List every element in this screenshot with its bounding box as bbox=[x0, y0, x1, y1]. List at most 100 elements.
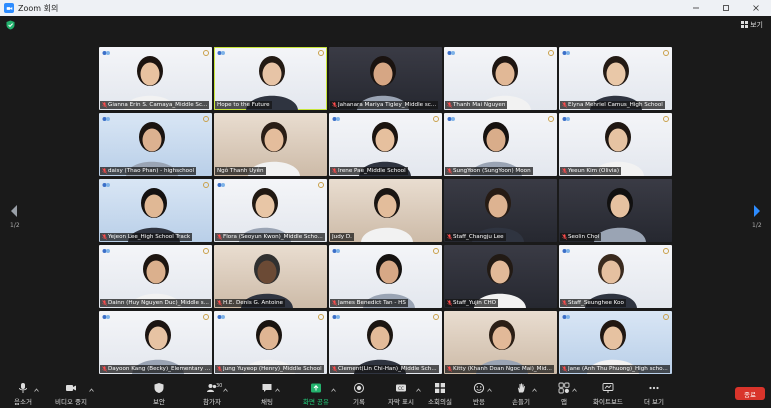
event-logo-icon bbox=[217, 183, 225, 187]
participant-name-bar: Staff_Seunghee Koo bbox=[560, 299, 626, 307]
participant-tile[interactable]: Staff_Changju Lee bbox=[444, 179, 557, 242]
participant-tile[interactable]: Clement(Lin Chi-Han)_Middle Sch... bbox=[329, 311, 442, 374]
reactions-button[interactable]: 반응 bbox=[473, 378, 492, 408]
participant-name: James Benedict Tan - HS bbox=[338, 300, 406, 306]
event-logo-icon bbox=[102, 183, 110, 187]
participant-name-bar: Yeeun Kim (Olivia) bbox=[560, 167, 622, 175]
chevron-up-icon[interactable] bbox=[532, 388, 537, 392]
participant-name-bar: Staff_Yujin CHO bbox=[445, 299, 499, 307]
event-logo-icon bbox=[102, 315, 110, 319]
participant-tile[interactable]: James Benedict Tan - HS bbox=[329, 245, 442, 308]
muted-microphone-icon bbox=[562, 300, 567, 306]
emblem-icon bbox=[203, 50, 209, 56]
close-icon[interactable] bbox=[741, 0, 771, 16]
muted-microphone-icon bbox=[562, 366, 567, 372]
participant-tile[interactable]: Jahanara Mariya Tigley_Middle sc... bbox=[329, 47, 442, 110]
participant-name: Flora (Seoyun Kwon)_Middle Scho... bbox=[223, 234, 323, 240]
participant-name-bar: Jane (Anh Thu Phuong)_High scho... bbox=[560, 365, 670, 373]
participant-tile[interactable]: Jung Yuyeop (Henry)_Middle School bbox=[214, 311, 327, 374]
raise-hand-button[interactable]: 손들기 bbox=[512, 378, 537, 408]
participant-name-bar: Dayoon Kang (Becky)_Elementary ... bbox=[100, 365, 212, 373]
window-title: Zoom 회의 bbox=[18, 3, 59, 13]
emblem-icon bbox=[203, 314, 209, 320]
next-page-arrow-icon[interactable] bbox=[752, 203, 762, 217]
participant-tile[interactable]: Hope to the Future bbox=[214, 47, 327, 110]
participant-tile[interactable]: Yeeun Kim (Olivia) bbox=[559, 113, 672, 176]
minimize-icon[interactable] bbox=[681, 0, 711, 16]
show-captions-button[interactable]: CC 자막 표시 bbox=[388, 378, 421, 408]
security-button[interactable]: 보안 bbox=[153, 378, 165, 408]
participants-button[interactable]: 30 참가자 bbox=[203, 378, 228, 408]
view-button[interactable]: 보기 bbox=[741, 19, 763, 30]
share-screen-button[interactable]: 화면 공유 bbox=[303, 378, 336, 408]
shield-icon[interactable] bbox=[6, 20, 15, 30]
chevron-up-icon[interactable] bbox=[34, 388, 39, 392]
participant-tile[interactable]: Staff_Yujin CHO bbox=[444, 245, 557, 308]
participant-tile[interactable]: Flora (Seoyun Kwon)_Middle Scho... bbox=[214, 179, 327, 242]
participant-name: H.E. Denis G. Antoine bbox=[223, 300, 283, 306]
participant-name-bar: Jung Yuyeop (Henry)_Middle School bbox=[215, 365, 324, 373]
chevron-up-icon[interactable] bbox=[572, 388, 577, 392]
participant-tile[interactable]: Irene Pae_Middle School bbox=[329, 113, 442, 176]
maximize-icon[interactable] bbox=[711, 0, 741, 16]
participant-tile[interactable]: Ngô Thanh Uyên bbox=[214, 113, 327, 176]
apps-button[interactable]: 앱 bbox=[558, 378, 577, 408]
chevron-up-icon[interactable] bbox=[223, 388, 228, 392]
participant-name-bar: Thanh Mai Nguyen bbox=[445, 101, 508, 109]
participant-name: Yejeon Lee_High School Track bbox=[108, 234, 191, 240]
event-logo-icon bbox=[447, 117, 455, 121]
participant-name: Ngô Thanh Uyên bbox=[217, 168, 264, 174]
participant-tile[interactable]: H.E. Denis G. Antoine bbox=[214, 245, 327, 308]
participant-name: Judy D. bbox=[332, 234, 352, 240]
participant-tile[interactable]: SungYoon (SungYoon) Moon bbox=[444, 113, 557, 176]
svg-text:CC: CC bbox=[398, 386, 404, 391]
page-indicator-left: 1/2 bbox=[10, 222, 20, 229]
participant-tile[interactable]: Staff_Seunghee Koo bbox=[559, 245, 672, 308]
participant-name-bar: Seolin Choi bbox=[560, 233, 602, 241]
breakout-rooms-button[interactable]: 소회의실 bbox=[428, 378, 452, 408]
participant-tile[interactable]: Thanh Mai Nguyen bbox=[444, 47, 557, 110]
participant-tile[interactable]: Judy D. bbox=[329, 179, 442, 242]
muted-microphone-icon bbox=[562, 168, 567, 174]
participant-name-bar: Elyna Mehriel Camus_High School bbox=[560, 101, 665, 109]
participant-tile[interactable]: Gianna Erin S. Camaya_Middle Sc... bbox=[99, 47, 212, 110]
chevron-up-icon[interactable] bbox=[275, 388, 280, 392]
chevron-up-icon[interactable] bbox=[89, 388, 94, 392]
participant-tile[interactable]: Elyna Mehriel Camus_High School bbox=[559, 47, 672, 110]
participant-tile[interactable]: Kitty (Khanh Doan Ngoc Mai)_Mid... bbox=[444, 311, 557, 374]
muted-microphone-icon bbox=[332, 102, 337, 108]
emblem-icon bbox=[433, 248, 439, 254]
participant-name: Dainn (Huy Nguyen Duc)_Middle s... bbox=[108, 300, 209, 306]
participant-name-bar: Dainn (Huy Nguyen Duc)_Middle s... bbox=[100, 299, 211, 307]
stop-video-button[interactable]: 비디오 중지 bbox=[55, 378, 94, 408]
page-indicator-right: 1/2 bbox=[752, 222, 762, 229]
muted-microphone-icon bbox=[217, 300, 222, 306]
participant-tile[interactable]: daisy (Thao Phan) - highschool bbox=[99, 113, 212, 176]
participant-tile[interactable]: Seolin Choi bbox=[559, 179, 672, 242]
mute-button[interactable]: 음소거 bbox=[14, 378, 39, 408]
participant-name: Kitty (Khanh Doan Ngoc Mai)_Mid... bbox=[453, 366, 552, 372]
muted-microphone-icon bbox=[562, 102, 567, 108]
chevron-up-icon[interactable] bbox=[416, 388, 421, 392]
participant-tile[interactable]: Jane (Anh Thu Phuong)_High scho... bbox=[559, 311, 672, 374]
participant-name: Staff_Yujin CHO bbox=[453, 300, 497, 306]
chevron-up-icon[interactable] bbox=[331, 388, 336, 392]
record-button[interactable]: 기록 bbox=[353, 378, 365, 408]
participant-tile[interactable]: Dainn (Huy Nguyen Duc)_Middle s... bbox=[99, 245, 212, 308]
grid-icon bbox=[741, 21, 749, 28]
participant-tile[interactable]: Dayoon Kang (Becky)_Elementary ... bbox=[99, 311, 212, 374]
event-logo-icon bbox=[447, 51, 455, 55]
previous-page-arrow-icon[interactable] bbox=[9, 203, 19, 217]
participant-name-bar: Ngô Thanh Uyên bbox=[215, 167, 266, 175]
chevron-up-icon[interactable] bbox=[487, 388, 492, 392]
participant-tile[interactable]: Yejeon Lee_High School Track bbox=[99, 179, 212, 242]
apps-icon bbox=[558, 382, 570, 394]
event-logo-icon bbox=[562, 51, 570, 55]
more-button[interactable]: 더 보기 bbox=[644, 378, 664, 408]
end-meeting-button[interactable]: 종료 bbox=[735, 387, 765, 400]
chat-button[interactable]: 채팅 bbox=[261, 378, 280, 408]
event-logo-icon bbox=[332, 117, 340, 121]
whiteboard-button[interactable]: 화이트보드 bbox=[593, 378, 623, 408]
captions-icon: CC bbox=[396, 384, 406, 392]
whiteboard-icon bbox=[602, 383, 614, 393]
